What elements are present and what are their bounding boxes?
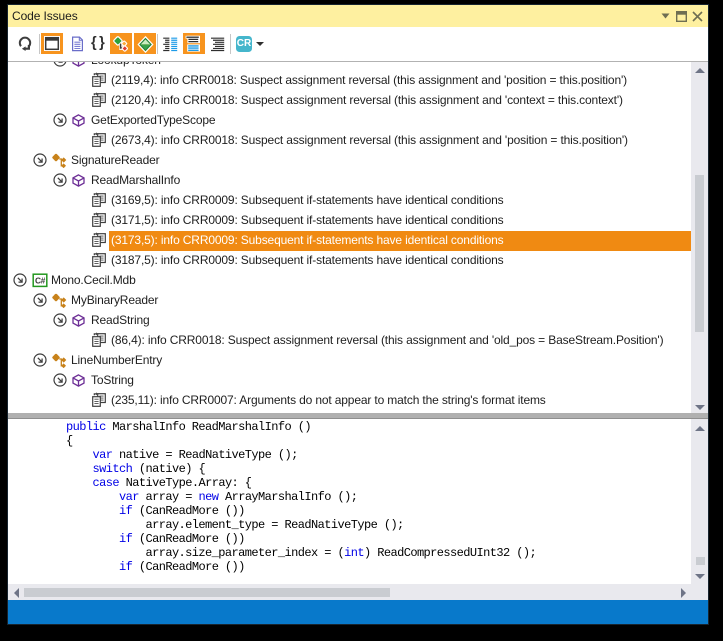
svg-text:C#: C# <box>35 275 46 285</box>
